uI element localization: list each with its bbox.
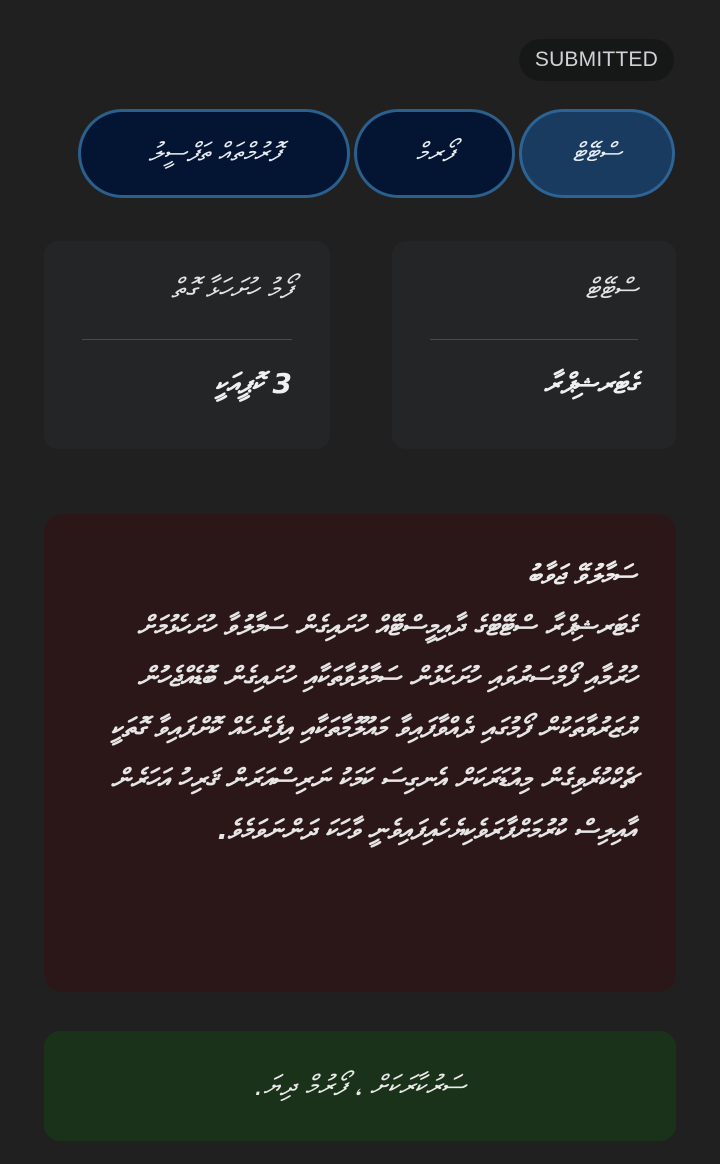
notice-title: ސަމާލުވޭ ޖަވާބު bbox=[527, 560, 636, 591]
submission-method-label: ފޯމު ހުށަހަޅާ ގޮތް bbox=[171, 272, 292, 305]
page: SUBMITTED ސްޓޭޓް ފޯރމް ފޮރުމްތައް ތަފްސީ… bbox=[0, 0, 720, 1164]
submission-method-card: ފޯމު ހުށަހަޅާ ގޮތް 3 ކޮޕީއަކީ bbox=[44, 241, 330, 449]
success-message: ސަރުކާރަކަށް ، ފޯރުމް ދިޔަ. bbox=[44, 1031, 676, 1141]
state-label: ސްޓޭޓް bbox=[585, 272, 638, 305]
state-card: ސްޓޭޓް ގެޓަރޝިޕްރާ bbox=[392, 241, 676, 449]
tab-bar: ސްޓޭޓް ފޯރމް ފޮރުމްތައް ތަފްސީލު bbox=[77, 109, 675, 198]
tab-form[interactable]: ފޯރމް bbox=[354, 109, 516, 198]
status-badge: SUBMITTED bbox=[518, 39, 674, 81]
tab-state[interactable]: ސްޓޭޓް bbox=[519, 109, 675, 198]
state-divider bbox=[430, 339, 638, 340]
success-message-text: ސަރުކާރަކަށް ، ފޯރުމް ދިޔަ. bbox=[254, 1069, 466, 1102]
submission-method-value: 3 ކޮޕީއަކީ bbox=[214, 367, 292, 400]
notice-body: ގެޓަރޝިޕްރާ ސްޓޭޓްގެ ދާއިމީސްޓޭއް ހުށައި… bbox=[110, 611, 637, 846]
notice-box: ސަމާލުވޭ ޖަވާބު ގެޓަރޝިޕްރާ ސްޓޭޓްގެ ދާއ… bbox=[44, 514, 676, 992]
submission-method-divider bbox=[82, 339, 292, 340]
state-value: ގެޓަރޝިޕްރާ bbox=[543, 367, 638, 400]
tab-form-details[interactable]: ފޮރުމްތައް ތަފްސީލު bbox=[77, 109, 351, 198]
